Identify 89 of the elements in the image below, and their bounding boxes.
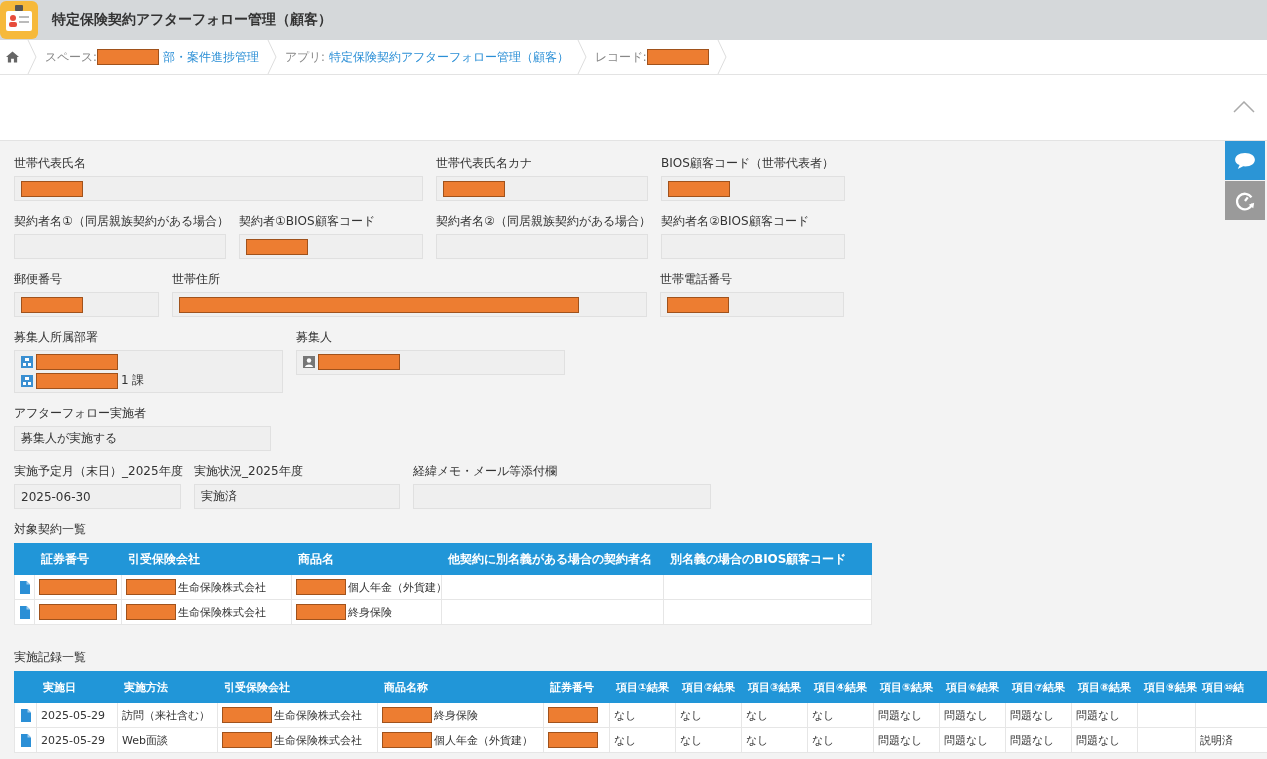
history-button[interactable] (1225, 181, 1265, 220)
cell-text: なし (812, 707, 834, 723)
cell-text: なし (746, 707, 768, 723)
column-header: 商品名称 (384, 680, 428, 694)
breadcrumb-link[interactable]: 特定保険契約アフターフォロー管理（顧客） (328, 49, 569, 65)
column-header: 証券番号 (550, 680, 594, 694)
caret-up-icon[interactable] (1233, 101, 1255, 113)
cell-text: 生命保険株式会社 (178, 604, 266, 620)
cell-text: 生命保険株式会社 (274, 707, 362, 723)
column-header: 項目⑨結果 (1144, 680, 1198, 694)
table-title: 実施記録一覧 (14, 649, 87, 665)
column-header: 項目②結果 (682, 680, 736, 694)
column-header: 項目⑦結果 (1012, 680, 1066, 694)
cell-text: 問題なし (1010, 707, 1054, 723)
cell-text: なし (614, 732, 636, 748)
cell-text: 問題なし (1076, 732, 1120, 748)
cell-text: 生命保険株式会社 (178, 579, 266, 595)
field-label: 募集人所属部署 (14, 329, 99, 345)
value-text: 2025-06-30 (21, 489, 91, 504)
cell-text: 訪問（来社含む） (122, 707, 210, 723)
cell-text: 説明済 (1200, 732, 1233, 748)
cell-text: 問題なし (944, 707, 988, 723)
field-label: 契約者名②（同居親族契約がある場合） (436, 213, 648, 229)
field-label: 世帯代表氏名カナ (436, 155, 533, 171)
field-label: 契約者名①（同居親族契約がある場合） (14, 213, 226, 229)
cell-text: 終身保険 (434, 707, 478, 723)
user-icon (303, 356, 315, 368)
column-header: 項目③結果 (748, 680, 802, 694)
comment-button[interactable] (1225, 141, 1265, 180)
breadcrumb-link[interactable]: 部・案件進捗管理 (162, 49, 259, 65)
field-label: アフターフォロー実施者 (14, 405, 147, 421)
column-header: 他契約に別名義がある場合の契約者名 (448, 551, 652, 566)
column-header: 項目⑥結果 (946, 680, 1000, 694)
cell-text: 個人年金（外貨建） (434, 732, 533, 748)
cell-text: 2025-05-29 (41, 733, 105, 747)
column-header: 項目⑤結果 (880, 680, 934, 694)
column-header: 項目⑧結果 (1078, 680, 1132, 694)
cell-text: なし (812, 732, 834, 748)
column-header: 引受保険会社 (128, 551, 200, 566)
column-header: 項目①結果 (616, 680, 670, 694)
field-label: 募集人 (296, 329, 333, 345)
document-icon[interactable] (20, 708, 31, 722)
field-label: 世帯代表氏名 (14, 155, 87, 171)
field-label: BIOS顧客コード（世帯代表者） (661, 155, 835, 171)
document-icon[interactable] (20, 733, 31, 747)
field-label: 実施予定月（末日）_2025年度 (14, 463, 181, 479)
field-label: 郵便番号 (14, 271, 63, 287)
field-label: 世帯住所 (172, 271, 221, 287)
breadcrumb-label: スペース: (45, 49, 97, 65)
document-icon[interactable] (19, 605, 30, 619)
cell-text: 問題なし (944, 732, 988, 748)
cell-text: 問題なし (878, 732, 922, 748)
column-header: 別名義の場合のBIOS顧客コード (670, 551, 847, 566)
speech-bubble-icon (1234, 151, 1256, 170)
organization-icon (21, 374, 33, 387)
cell-text: なし (746, 732, 768, 748)
column-header: 証券番号 (41, 551, 89, 566)
organization-icon (21, 356, 33, 368)
cell-text: 問題なし (878, 707, 922, 723)
field-label: 実施状況_2025年度 (194, 463, 304, 479)
column-header: 引受保険会社 (224, 680, 290, 694)
value-text: 募集人が実施する (21, 430, 117, 447)
cell-text: 生命保険株式会社 (274, 732, 362, 748)
cell-text: 終身保険 (348, 604, 392, 620)
app-title: 特定保険契約アフターフォロー管理（顧客） (52, 11, 332, 29)
field-label: 契約者名②BIOS顧客コード (661, 213, 810, 229)
field-label: 契約者①BIOS顧客コード (239, 213, 376, 229)
value-text: 実施済 (201, 488, 237, 505)
breadcrumb-label: レコード: (594, 49, 647, 65)
column-header: 実施日 (43, 680, 76, 694)
document-icon[interactable] (19, 580, 30, 594)
cell-text: なし (680, 707, 702, 723)
cell-text: 2025-05-29 (41, 708, 105, 722)
column-header: 項目⑩結 (1202, 680, 1245, 694)
field-label: 経緯メモ・メール等添付欄 (413, 463, 558, 479)
column-header: 商品名 (298, 551, 334, 566)
cell-text: なし (614, 707, 636, 723)
cell-text: Web面談 (122, 732, 168, 748)
column-header: 実施方法 (124, 680, 168, 694)
field-label: 世帯電話番号 (660, 271, 733, 287)
cell-text: なし (680, 732, 702, 748)
cell-text: 個人年金（外貨建） (348, 579, 447, 595)
cell-text: 問題なし (1076, 707, 1120, 723)
value-text: 1 課 (121, 372, 145, 389)
table-title: 対象契約一覧 (14, 521, 87, 537)
cell-text: 問題なし (1010, 732, 1054, 748)
breadcrumb-label: アプリ: (284, 49, 325, 65)
column-header: 項目④結果 (814, 680, 868, 694)
home-icon[interactable] (6, 51, 19, 63)
